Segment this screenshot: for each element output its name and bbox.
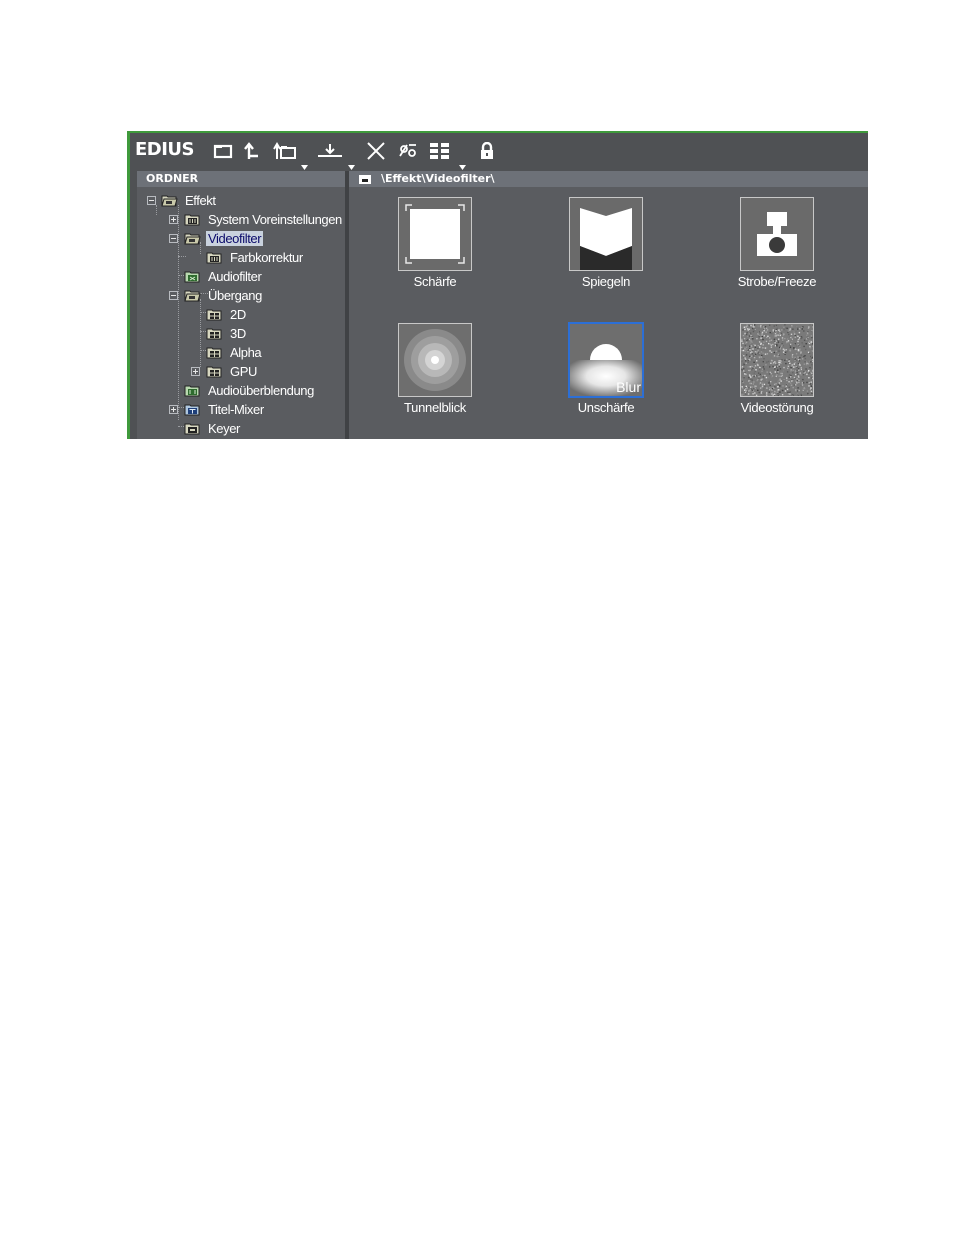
effect-label: Unschärfe xyxy=(577,400,635,415)
blur-overlay-text: Blur xyxy=(616,379,641,395)
effect-sharpen[interactable] xyxy=(398,197,472,271)
toolbar: EDIUS xyxy=(130,133,868,170)
folder-icon xyxy=(206,252,222,263)
chevron-down-icon[interactable] xyxy=(301,157,308,170)
expand-toggle[interactable] xyxy=(169,215,178,224)
effect-mirror[interactable] xyxy=(569,197,643,271)
tree-item-label: Audioüberblendung xyxy=(208,382,314,398)
tree-item-farbkorrektur[interactable]: Farbkorrektur xyxy=(206,248,305,266)
collapse-toggle[interactable] xyxy=(169,291,178,300)
tree-item-videofilter[interactable]: Videofilter xyxy=(184,229,264,247)
tree-item-label: Farbkorrektur xyxy=(230,249,303,265)
folder-icon xyxy=(161,195,178,206)
effect-video-noise[interactable] xyxy=(740,323,815,398)
effect-label: Videostörung xyxy=(740,400,814,415)
tree-item-label: GPU xyxy=(230,363,257,379)
effects-pane: \Effekt\Videofilter\ Schärfe Spiegeln St… xyxy=(349,171,868,439)
path-bar: \Effekt\Videofilter\ xyxy=(349,171,868,187)
camera-icon xyxy=(741,198,813,270)
tree-item-titel-mixer[interactable]: Titel-Mixer xyxy=(184,400,266,418)
tree-item-2d[interactable]: 2D xyxy=(206,305,248,323)
expand-toggle[interactable] xyxy=(169,405,178,414)
chevron-down-icon[interactable] xyxy=(348,157,355,170)
view-icon[interactable] xyxy=(427,138,453,164)
tree-item-label: Keyer xyxy=(208,420,240,436)
mirror-icon xyxy=(570,198,642,270)
properties-icon[interactable] xyxy=(397,138,419,164)
folder-pane-header: ORDNER xyxy=(137,171,345,187)
collapse-toggle[interactable] xyxy=(147,196,156,205)
tree-item-label: Effekt xyxy=(185,192,216,208)
delete-icon[interactable] xyxy=(365,138,387,164)
effect-blur[interactable]: Blur xyxy=(568,322,644,398)
noise-icon xyxy=(741,324,815,398)
folder-icon xyxy=(184,404,200,415)
lock-icon[interactable] xyxy=(479,138,495,164)
tree-item-label: Alpha xyxy=(230,344,262,360)
folder-pane: ORDNER Effekt System Voreinstellungen Vi… xyxy=(137,171,345,439)
effect-label: Schärfe xyxy=(413,274,457,289)
effect-label: Spiegeln xyxy=(581,274,631,289)
new-folder-icon[interactable] xyxy=(271,138,299,164)
folder-icon xyxy=(206,309,222,320)
edius-bin-window: EDIUS ORDNER Effekt System Voreinstellun… xyxy=(127,131,868,439)
folder-icon xyxy=(206,328,222,339)
tree-item-label: 3D xyxy=(230,325,246,341)
tree-item-audioueberblendung[interactable]: Audioüberblendung xyxy=(184,381,316,399)
tree-item-system-voreinstellungen[interactable]: System Voreinstellungen xyxy=(184,210,344,228)
tunnel-icon xyxy=(399,324,471,396)
tree-item-keyer[interactable]: Keyer xyxy=(184,419,242,437)
folder-icon xyxy=(184,290,201,301)
tree-item-label: Übergang xyxy=(208,287,262,303)
effect-tunnel[interactable] xyxy=(398,323,472,397)
collapse-toggle[interactable] xyxy=(169,234,178,243)
app-logo: EDIUS xyxy=(135,139,195,160)
tree-item-uebergang[interactable]: Übergang xyxy=(184,286,264,304)
chevron-down-icon[interactable] xyxy=(459,157,466,170)
tree-item-3d[interactable]: 3D xyxy=(206,324,248,342)
expand-toggle[interactable] xyxy=(191,367,200,376)
tree-item-audiofilter[interactable]: Audiofilter xyxy=(184,267,263,285)
import-icon[interactable] xyxy=(316,138,344,164)
effect-label: Strobe/Freeze xyxy=(737,274,817,289)
effect-strobe-freeze[interactable] xyxy=(740,197,814,271)
folder-icon xyxy=(206,347,222,358)
up-arrow-icon[interactable] xyxy=(243,138,261,164)
tree-item-label: Audiofilter xyxy=(208,268,262,284)
folder-icon xyxy=(184,271,200,282)
tree-item-label: Videofilter xyxy=(206,230,264,246)
folder-icon xyxy=(359,175,371,184)
folder-icon xyxy=(184,233,201,244)
sharpen-icon xyxy=(399,198,471,270)
path-text: \Effekt\Videofilter\ xyxy=(381,172,495,185)
tree-item-alpha[interactable]: Alpha xyxy=(206,343,263,361)
tree-item-effekt[interactable]: Effekt xyxy=(161,191,218,209)
folder-icon[interactable] xyxy=(212,138,234,164)
tree-item-label: System Voreinstellungen xyxy=(208,211,342,227)
tree-item-gpu[interactable]: GPU xyxy=(206,362,259,380)
folder-icon xyxy=(184,214,200,225)
folder-icon xyxy=(184,385,200,396)
folder-icon xyxy=(184,423,200,434)
tree-item-label: Titel-Mixer xyxy=(208,401,264,417)
tree-item-label: 2D xyxy=(230,306,246,322)
folder-icon xyxy=(206,366,222,377)
effect-label: Tunnelblick xyxy=(404,400,466,415)
